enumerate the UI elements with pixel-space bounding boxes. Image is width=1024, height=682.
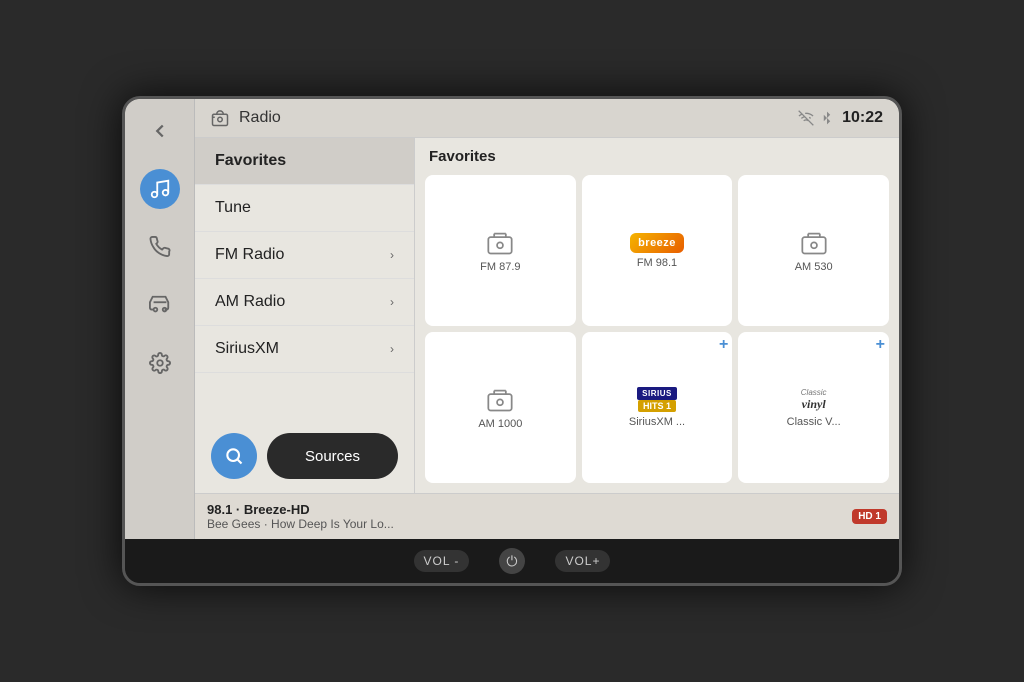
menu-item-favorites[interactable]: Favorites [195,138,414,185]
favorite-card-am1000[interactable]: AM 1000 [425,332,576,483]
add-classicvinyl-button[interactable]: + [876,336,885,354]
radio-station-icon [486,229,514,257]
radio-station-icon-am530 [800,229,828,257]
add-siriusxm-button[interactable]: + [719,336,728,354]
station-label-am530: AM 530 [795,261,833,273]
siriusxm-logo: SIRIUS HITS 1 [637,387,677,412]
siriusxm-chevron: › [390,342,394,356]
bottom-controls: VOL - ⏻ VOL+ [125,539,899,583]
sidebar-car-icon[interactable] [140,285,180,325]
menu-bottom-actions: Sources [195,419,414,493]
bluetooth-icon [820,111,834,125]
now-playing-bar[interactable]: 98.1 · Breeze-HD Bee Gees · How Deep Is … [195,493,899,539]
now-playing-track: Bee Gees · How Deep Is Your Lo... [207,517,394,531]
header-time: 10:22 [842,109,883,127]
favorite-card-siriusxm[interactable]: + SIRIUS HITS 1 SiriusXM ... [582,332,733,483]
fm981-logo: breeze [630,233,684,253]
station-label-siriusxm: SiriusXM ... [629,416,685,428]
station-label-classicvinyl: Classic V... [787,416,841,428]
menu-item-tune[interactable]: Tune [195,185,414,232]
screen-content: Radio 10:22 [125,99,899,539]
favorite-card-classicvinyl[interactable]: + Classic vinyl Classic V... [738,332,889,483]
favorites-grid: FM 87.9 breeze FM 98.1 [425,175,889,483]
menu-panel: Favorites Tune FM Radio › AM Radio › Sir [195,138,415,493]
am-radio-chevron: › [390,295,394,309]
hd-badge: HD 1 [852,509,887,524]
status-icons [798,110,834,126]
radio-station-icon-am1000 [486,386,514,414]
menu-item-siriusxm[interactable]: SiriusXM › [195,326,414,373]
menu-item-am-radio[interactable]: AM Radio › [195,279,414,326]
favorite-card-fm879[interactable]: FM 87.9 [425,175,576,326]
vol-minus-button[interactable]: VOL - [414,550,470,572]
favorite-card-fm981[interactable]: breeze FM 98.1 [582,175,733,326]
sidebar-music-icon[interactable] [140,169,180,209]
station-label-am1000: AM 1000 [478,418,522,430]
search-button[interactable] [211,433,257,479]
sidebar-back-icon[interactable] [140,111,180,151]
radio-icon [211,109,229,127]
now-playing-info: 98.1 · Breeze-HD Bee Gees · How Deep Is … [207,502,394,531]
sources-button[interactable]: Sources [267,433,398,479]
menu-item-fm-radio[interactable]: FM Radio › [195,232,414,279]
header-title: Radio [239,109,281,127]
content-area: Favorites Tune FM Radio › AM Radio › Sir [195,138,899,493]
station-label-fm981: FM 98.1 [637,257,677,269]
favorites-panel: Favorites FM 87.9 [415,138,899,493]
classicvinyl-logo: Classic vinyl [801,388,827,412]
favorites-title: Favorites [425,148,889,165]
car-screen: Radio 10:22 [122,96,902,586]
vol-plus-button[interactable]: VOL+ [555,550,610,572]
header-left: Radio [211,109,281,127]
sidebar-phone-icon[interactable] [140,227,180,267]
header: Radio 10:22 [195,99,899,138]
sidebar-settings-icon[interactable] [140,343,180,383]
no-signal-icon [798,110,814,126]
favorite-card-am530[interactable]: AM 530 [738,175,889,326]
now-playing-station: 98.1 · Breeze-HD [207,502,394,517]
main-panel: Radio 10:22 [195,99,899,539]
fm-radio-chevron: › [390,248,394,262]
station-label-fm879: FM 87.9 [480,261,520,273]
header-right: 10:22 [798,109,883,127]
power-button[interactable]: ⏻ [499,548,525,574]
sidebar [125,99,195,539]
